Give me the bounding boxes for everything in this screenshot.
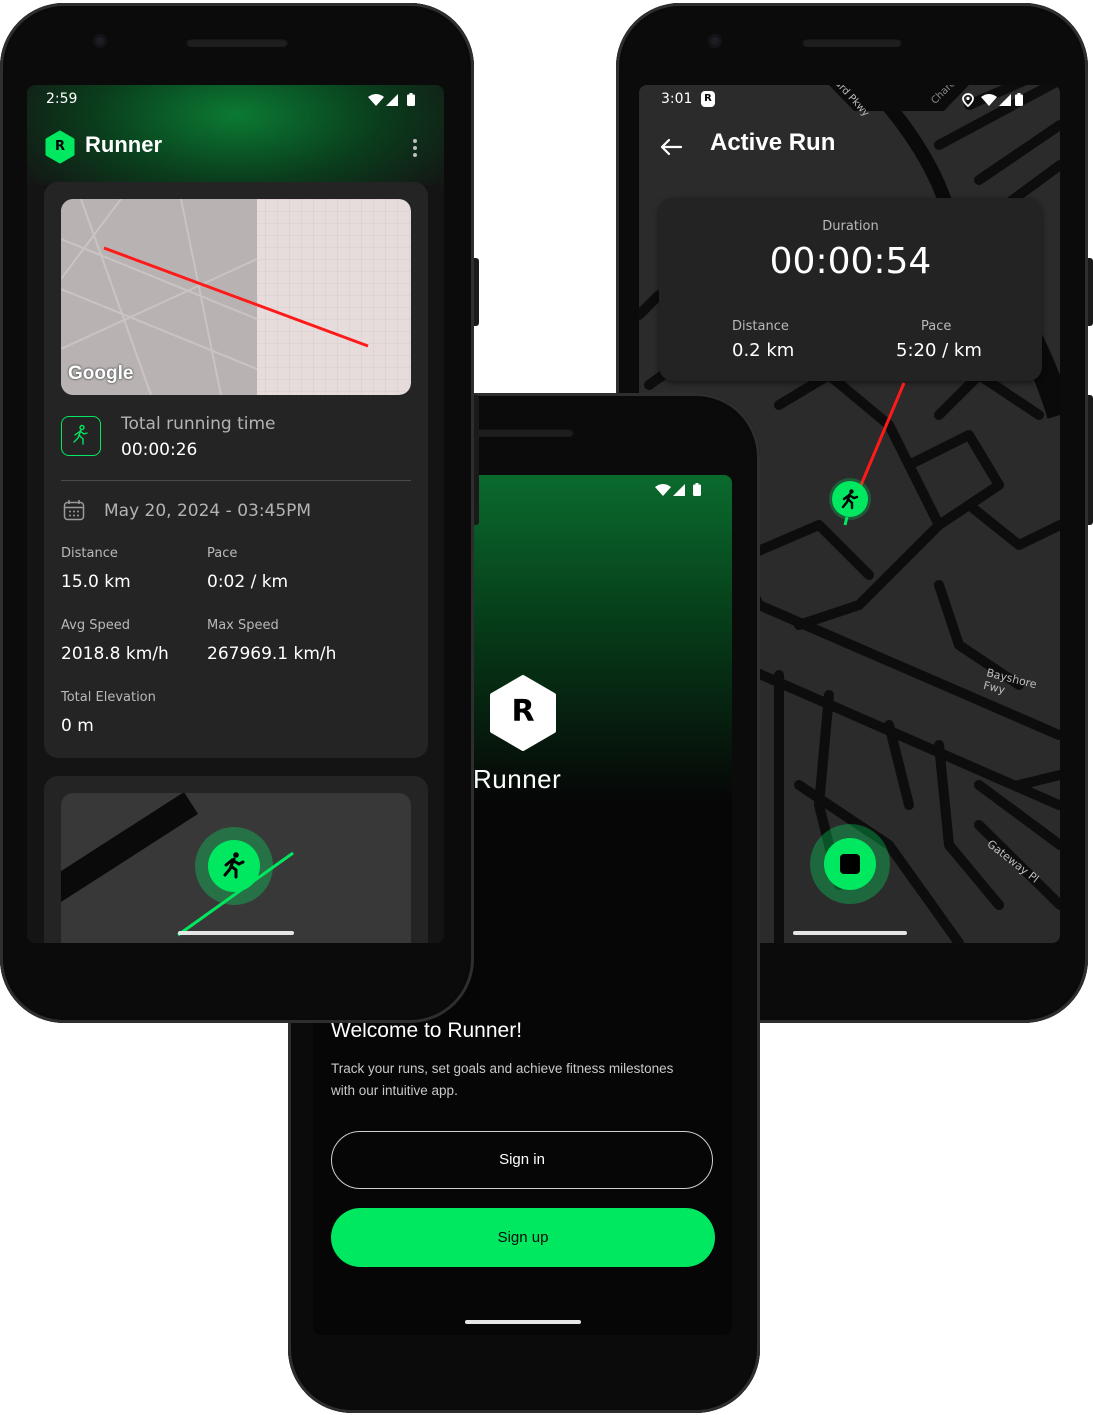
runner-marker — [208, 840, 260, 892]
duration-label: Duration — [822, 219, 879, 234]
stat-label-distance: Distance — [61, 546, 118, 561]
stat-label-max-speed: Max Speed — [207, 618, 279, 633]
sign-up-button[interactable]: Sign up — [331, 1208, 715, 1267]
pace-label: Pace — [921, 319, 952, 334]
stat-label-avg-speed: Avg Speed — [61, 618, 130, 633]
stop-button[interactable] — [824, 838, 876, 890]
wifi-icon — [655, 484, 671, 496]
run-summary-card[interactable]: Google Total running time 00:00:26 May 2… — [44, 182, 428, 758]
front-camera — [93, 34, 107, 48]
power-button — [1088, 258, 1093, 326]
wifi-icon — [981, 94, 997, 106]
runner-icon-box — [61, 416, 101, 456]
run-stats-card: Duration 00:00:54 Distance 0.2 km Pace 5… — [659, 198, 1042, 381]
stat-value-elevation: 0 m — [61, 716, 94, 736]
running-time-value: 00:00:26 — [121, 440, 198, 460]
calendar-icon — [63, 500, 85, 521]
home-screen: 2:59 R Runner Google Total running time … — [27, 85, 444, 943]
stat-value-distance: 15.0 km — [61, 572, 131, 592]
pace-value: 5:20 / km — [896, 340, 982, 361]
battery-icon — [693, 483, 701, 496]
stat-value-pace: 0:02 / km — [207, 572, 289, 592]
volume-button — [474, 395, 479, 525]
app-logo-letter: R — [54, 139, 65, 154]
map-provider-logo: Google — [68, 363, 134, 384]
description-line: with our intuitive app. — [331, 1083, 458, 1098]
stat-value-max-speed: 267969.1 km/h — [207, 644, 337, 664]
back-arrow-icon[interactable] — [659, 137, 683, 157]
phone-home: 2:59 R Runner Google Total running time … — [0, 3, 479, 1023]
earpiece-speaker — [802, 38, 902, 47]
app-name: Runner — [473, 764, 562, 794]
page-title: Active Run — [710, 129, 836, 156]
gesture-nav-bar[interactable] — [178, 931, 294, 935]
location-icon — [962, 93, 974, 107]
wifi-icon — [368, 94, 384, 106]
more-vert-icon[interactable] — [411, 138, 419, 158]
distance-value: 0.2 km — [732, 340, 795, 361]
description-line: Track your runs, set goals and achieve f… — [331, 1061, 674, 1076]
signal-icon — [386, 94, 398, 106]
stop-icon — [840, 854, 860, 874]
runner-icon — [841, 489, 859, 510]
distance-label: Distance — [732, 319, 789, 334]
battery-icon — [1015, 93, 1023, 106]
sign-in-button[interactable]: Sign in — [331, 1131, 713, 1189]
earpiece-speaker — [474, 428, 574, 437]
gesture-nav-bar[interactable] — [793, 931, 907, 935]
divider — [61, 480, 411, 481]
run-date: May 20, 2024 - 03:45PM — [104, 501, 312, 521]
welcome-description: Track your runs, set goals and achieve f… — [331, 1058, 673, 1102]
active-run-preview-card[interactable] — [44, 776, 428, 943]
stat-label-elevation: Total Elevation — [61, 690, 156, 705]
status-app-badge: R — [701, 91, 715, 107]
runner-icon — [223, 852, 245, 879]
status-time: 3:01 — [661, 91, 693, 107]
earpiece-speaker — [186, 38, 288, 47]
runner-position-marker — [832, 481, 868, 517]
runner-icon — [73, 424, 88, 445]
app-title: Runner — [85, 132, 162, 157]
status-time: 2:59 — [46, 91, 78, 107]
power-button — [474, 258, 479, 326]
logo-letter: R — [511, 694, 535, 729]
stat-value-avg-speed: 2018.8 km/h — [61, 644, 169, 664]
battery-icon — [407, 93, 415, 106]
stat-label-pace: Pace — [207, 546, 238, 561]
gesture-nav-bar[interactable] — [465, 1320, 581, 1324]
running-time-label: Total running time — [121, 414, 276, 434]
duration-value: 00:00:54 — [769, 241, 932, 282]
signal-icon — [999, 94, 1011, 106]
volume-button — [1088, 395, 1093, 525]
signal-icon — [673, 484, 685, 496]
front-camera — [708, 34, 722, 48]
